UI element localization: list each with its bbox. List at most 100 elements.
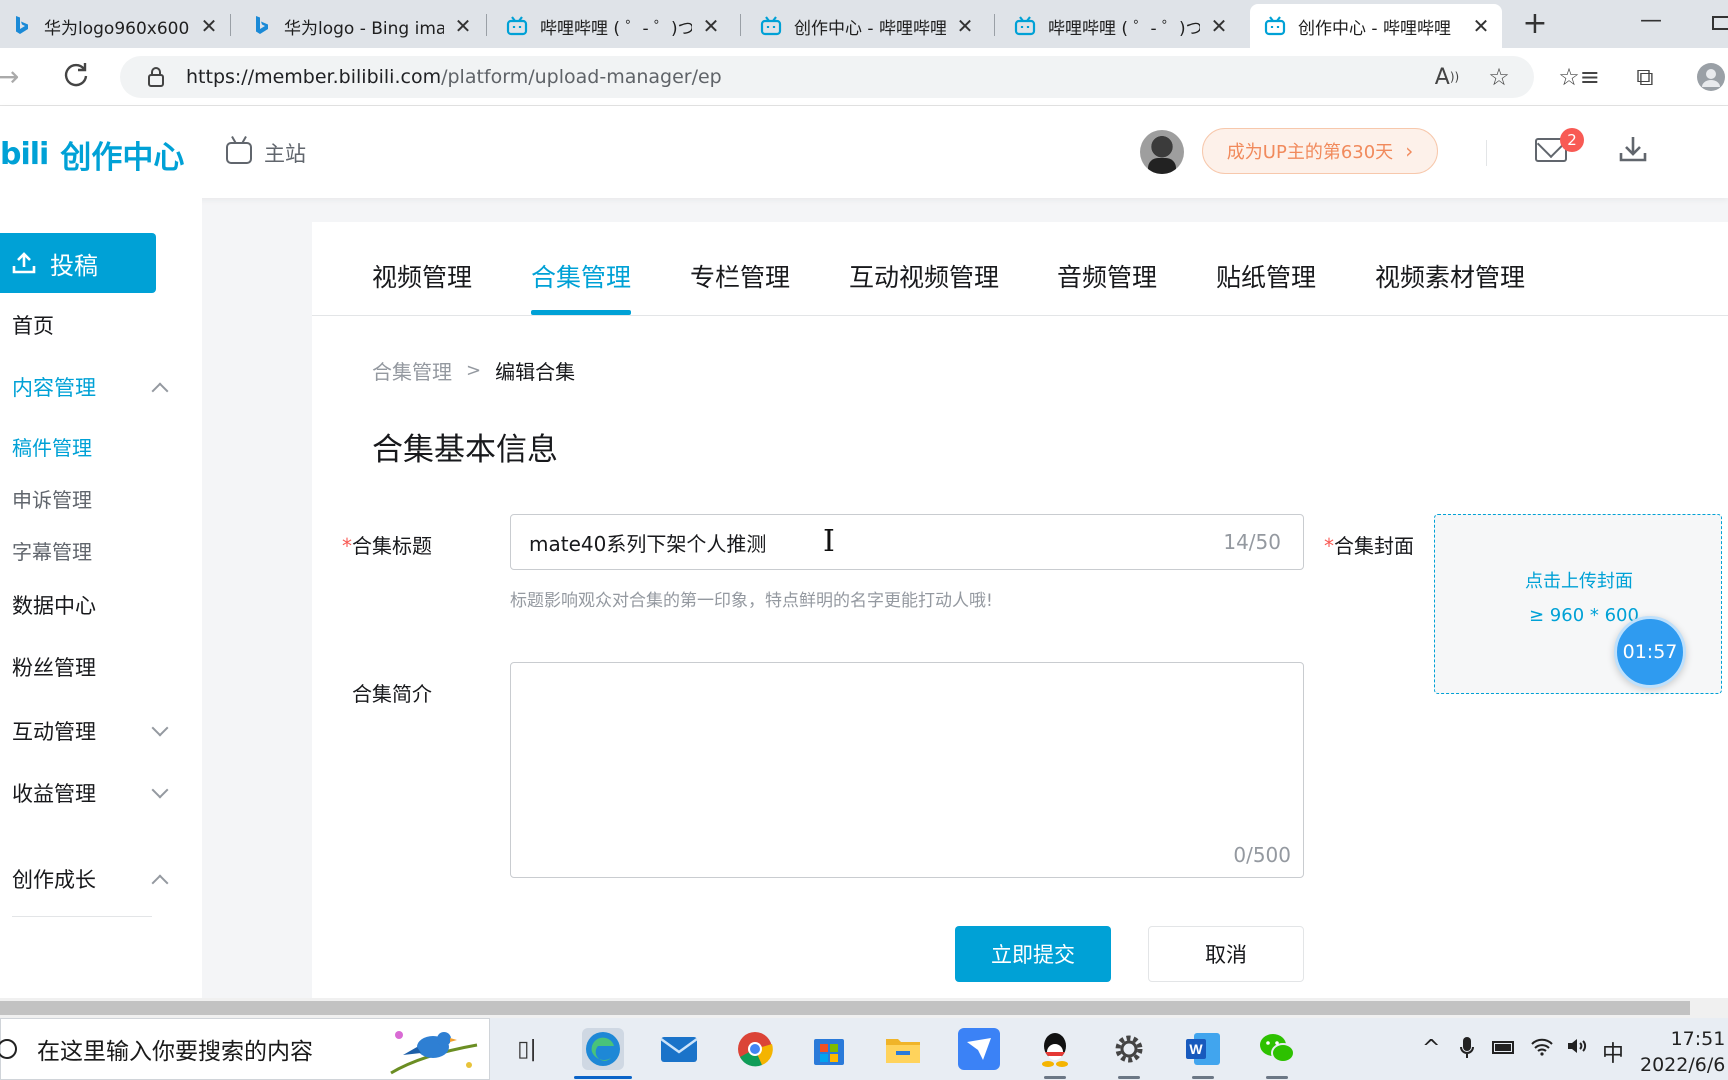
task-view-icon[interactable]: ▯| (506, 1028, 548, 1070)
taskbar-search[interactable]: 在这里输入你要搜索的内容 (0, 1018, 490, 1080)
lock-icon (148, 67, 164, 87)
word-icon[interactable]: W (1182, 1028, 1224, 1079)
main-site-link[interactable]: 主站 (226, 138, 306, 168)
search-placeholder: 在这里输入你要搜索的内容 (37, 1039, 313, 1065)
breadcrumb-current: 编辑合集 (495, 360, 576, 384)
battery-icon[interactable] (1492, 1036, 1516, 1061)
sidebar-item-label: 创作成长 (12, 868, 96, 892)
page-title: 合集基本信息 (372, 432, 558, 468)
refresh-icon[interactable] (62, 60, 90, 95)
settings-icon[interactable] (1108, 1028, 1150, 1079)
feishu-icon[interactable] (958, 1028, 1000, 1070)
browser-tab[interactable]: 哔哩哔哩 ( ゜- ゜)つロ ✕ (492, 4, 732, 48)
wifi-icon[interactable] (1530, 1036, 1554, 1062)
upload-icon (12, 252, 36, 274)
tab-sticker-manage[interactable]: 贴纸管理 (1216, 258, 1316, 294)
bing-icon (250, 15, 272, 37)
active-tab-indicator (531, 310, 631, 315)
bilibili-icon (1014, 15, 1036, 37)
sidebar-item-fans[interactable]: 粉丝管理 (12, 652, 172, 682)
close-icon[interactable]: ✕ (198, 14, 220, 38)
tab-separator (740, 14, 741, 36)
bilibili-icon (506, 15, 528, 37)
qq-icon[interactable] (1034, 1028, 1076, 1079)
sidebar-item-growth[interactable]: 创作成长 (12, 864, 172, 894)
browser-tab[interactable]: 哔哩哔哩 ( ゜- ゜)つロ ✕ (1000, 4, 1240, 48)
minimize-icon[interactable]: — (1640, 8, 1662, 33)
favorites-icon[interactable]: ☆≡ (1558, 62, 1600, 92)
taskbar-clock[interactable]: 17:51 2022/6/6 (1640, 1026, 1725, 1078)
mail-app-icon[interactable] (658, 1028, 700, 1070)
browser-tab[interactable]: 创作中心 - 哔哩哔哩 ✕ (746, 4, 986, 48)
sidebar-item-content[interactable]: 内容管理 (12, 372, 172, 402)
sidebar-item-label: 内容管理 (12, 376, 96, 400)
maximize-icon[interactable] (1712, 16, 1728, 30)
sidebar-item-interaction[interactable]: 互动管理 (12, 716, 172, 746)
add-favorite-icon[interactable]: ☆ (1484, 62, 1514, 92)
clock-time: 17:51 (1670, 1028, 1726, 1050)
forward-icon[interactable]: → (0, 60, 19, 93)
sidebar-item-appeals[interactable]: 申诉管理 (12, 484, 172, 513)
browser-tab[interactable]: 华为logo - Bing ima ✕ (236, 4, 484, 48)
sidebar-item-data[interactable]: 数据中心 (12, 590, 172, 620)
browser-tab[interactable]: 华为logo960x600 - ✕ (0, 4, 230, 48)
sidebar-item-home[interactable]: 首页 (12, 310, 172, 340)
avatar[interactable] (1140, 130, 1184, 174)
store-icon[interactable] (808, 1028, 850, 1070)
microphone-icon[interactable] (1460, 1036, 1474, 1066)
profile-icon[interactable] (1696, 62, 1726, 92)
logo-text: 创作中心 (60, 140, 185, 176)
tab-column-manage[interactable]: 专栏管理 (690, 258, 790, 294)
sidebar-item-subtitles[interactable]: 字幕管理 (12, 536, 172, 565)
horizontal-scrollbar[interactable] (0, 998, 1728, 1018)
new-tab-icon[interactable]: + (1518, 6, 1552, 41)
tab-audio-manage[interactable]: 音频管理 (1057, 258, 1157, 294)
edge-icon[interactable] (574, 1028, 632, 1079)
chevron-down-icon (151, 719, 169, 737)
close-icon[interactable]: ✕ (1470, 14, 1492, 38)
tab-separator (994, 14, 995, 36)
wechat-icon[interactable] (1256, 1028, 1298, 1079)
url-field[interactable]: https://member.bilibili.com/platform/upl… (120, 56, 1534, 98)
breadcrumb-parent[interactable]: 合集管理 (372, 356, 452, 385)
close-icon[interactable]: ✕ (1208, 14, 1230, 38)
cover-label-text: 合集封面 (1334, 534, 1414, 558)
volume-icon[interactable] (1566, 1036, 1590, 1062)
description-textarea[interactable]: 0/500 (510, 662, 1304, 878)
upload-button[interactable]: 投稿 (0, 233, 156, 293)
close-icon[interactable]: ✕ (452, 14, 474, 38)
sidebar-item-income[interactable]: 收益管理 (12, 778, 172, 808)
breadcrumb-separator: > (466, 360, 482, 381)
submit-button[interactable]: 立即提交 (955, 926, 1111, 982)
sidebar-item-label: 申诉管理 (12, 488, 92, 512)
tab-material-manage[interactable]: 视频素材管理 (1375, 258, 1525, 294)
chrome-icon[interactable] (734, 1028, 776, 1070)
sidebar-item-manuscripts[interactable]: 稿件管理 (12, 432, 172, 461)
header-divider (1486, 140, 1487, 166)
chevron-down-icon (151, 781, 169, 799)
close-icon[interactable]: ✕ (700, 14, 722, 38)
bilibili-icon (760, 15, 782, 37)
desc-char-count: 0/500 (1233, 843, 1291, 867)
sidebar-item-label: 字幕管理 (12, 540, 92, 564)
file-explorer-icon[interactable] (882, 1028, 924, 1070)
recording-timer[interactable]: 01:57 (1614, 616, 1686, 688)
tab-collection-manage[interactable]: 合集管理 (531, 258, 631, 294)
sidebar-item-label: 首页 (12, 314, 54, 338)
download-icon[interactable] (1618, 134, 1648, 164)
title-label-text: 合集标题 (352, 534, 432, 558)
title-input[interactable]: mate40系列下架个人推测 14/50 (510, 514, 1304, 570)
read-aloud-icon[interactable]: A)) (1432, 62, 1462, 92)
browser-tab-active[interactable]: 创作中心 - 哔哩哔哩 ✕ (1250, 4, 1502, 48)
ime-indicator[interactable]: 中 (1602, 1036, 1624, 1068)
collections-icon[interactable]: ⧉ (1630, 62, 1660, 92)
scrollbar-thumb[interactable] (0, 1001, 1690, 1015)
tab-video-manage[interactable]: 视频管理 (372, 258, 472, 294)
close-icon[interactable]: ✕ (954, 14, 976, 38)
cancel-button[interactable]: 取消 (1148, 926, 1304, 982)
breadcrumb: 合集管理 > 编辑合集 (372, 356, 575, 385)
up-days-badge[interactable]: 成为UP主的第630天 › (1202, 128, 1438, 174)
creator-center-logo[interactable]: bili 创作中心 (0, 132, 184, 177)
tab-interactive-video-manage[interactable]: 互动视频管理 (849, 258, 999, 294)
tray-expand-icon[interactable]: ^ (1422, 1036, 1440, 1061)
